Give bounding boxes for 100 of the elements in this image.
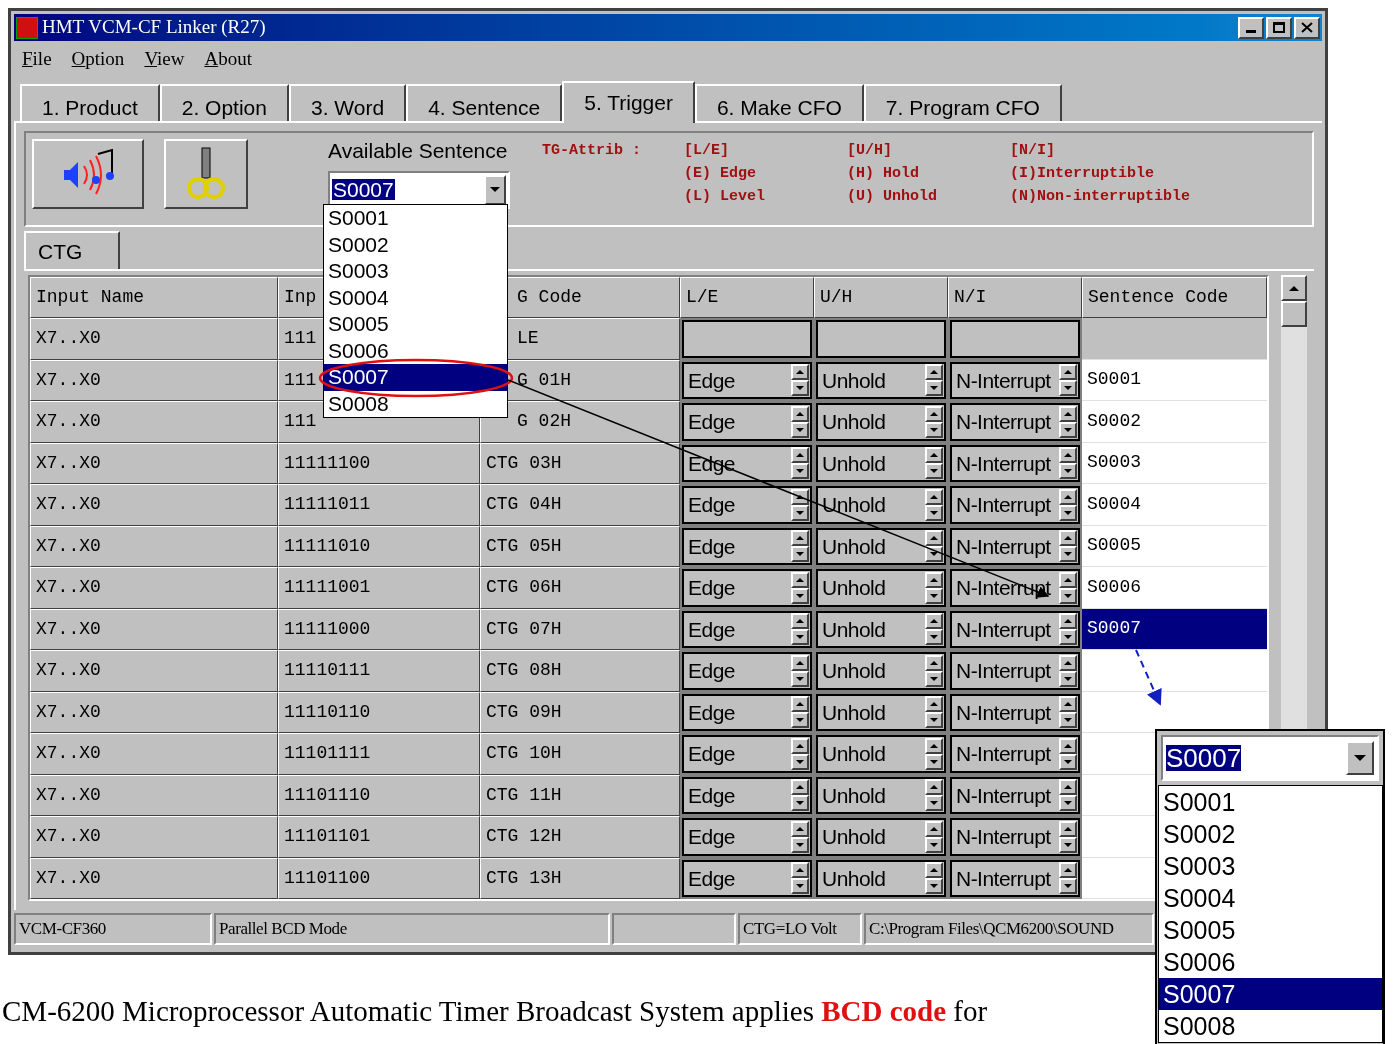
spin-arrows-icon[interactable] bbox=[791, 737, 809, 770]
input-field[interactable] bbox=[950, 320, 1080, 358]
spin-arrows-icon[interactable] bbox=[1059, 364, 1077, 397]
input-field[interactable] bbox=[816, 320, 946, 358]
spin-arrows-icon[interactable] bbox=[925, 405, 943, 438]
menu-item[interactable]: About bbox=[204, 44, 252, 74]
spin-field[interactable]: Unhold bbox=[816, 735, 946, 773]
sound-button[interactable] bbox=[32, 139, 144, 209]
spin-field[interactable]: N-Interrupt bbox=[950, 486, 1080, 524]
tab[interactable]: 7. Program CFO bbox=[863, 84, 1062, 121]
maximize-icon[interactable] bbox=[1266, 16, 1292, 39]
tab[interactable]: 1. Product bbox=[20, 84, 160, 121]
spin-field[interactable]: N-Interrupt bbox=[950, 735, 1080, 773]
spin-field[interactable]: Edge bbox=[682, 361, 812, 399]
dropdown-option[interactable]: S0005 bbox=[1159, 914, 1382, 946]
spin-arrows-icon[interactable] bbox=[1059, 862, 1077, 895]
spin-arrows-icon[interactable] bbox=[925, 654, 943, 687]
spin-arrows-icon[interactable] bbox=[925, 613, 943, 646]
spin-arrows-icon[interactable] bbox=[1059, 779, 1077, 812]
spin-field[interactable]: N-Interrupt bbox=[950, 361, 1080, 399]
spin-field[interactable]: Unhold bbox=[816, 652, 946, 690]
dropdown-option[interactable]: S0001 bbox=[1159, 786, 1382, 818]
spin-arrows-icon[interactable] bbox=[925, 571, 943, 604]
tab[interactable]: 4. Sentence bbox=[406, 84, 563, 121]
spin-arrows-icon[interactable] bbox=[791, 571, 809, 604]
spin-field[interactable]: Unhold bbox=[816, 818, 946, 856]
spin-field[interactable]: Unhold bbox=[816, 527, 946, 565]
spin-field[interactable]: N-Interrupt bbox=[950, 403, 1080, 441]
spin-field[interactable]: N-Interrupt bbox=[950, 610, 1080, 648]
tab[interactable]: 6. Make CFO bbox=[694, 84, 864, 121]
spin-field[interactable]: Edge bbox=[682, 776, 812, 814]
minimize-icon[interactable] bbox=[1238, 16, 1264, 39]
tab[interactable]: CTG bbox=[24, 231, 120, 269]
spin-field[interactable]: Edge bbox=[682, 569, 812, 607]
spin-arrows-icon[interactable] bbox=[1059, 488, 1077, 521]
spin-field[interactable]: N-Interrupt bbox=[950, 693, 1080, 731]
spin-arrows-icon[interactable] bbox=[925, 696, 943, 729]
dropdown-option[interactable]: S0007 bbox=[324, 364, 507, 391]
spin-field[interactable]: Unhold bbox=[816, 693, 946, 731]
spin-arrows-icon[interactable] bbox=[791, 696, 809, 729]
spin-arrows-icon[interactable] bbox=[1059, 571, 1077, 604]
spin-field[interactable]: N-Interrupt bbox=[950, 859, 1080, 897]
spin-field[interactable]: Unhold bbox=[816, 361, 946, 399]
spin-field[interactable]: N-Interrupt bbox=[950, 444, 1080, 482]
spin-field[interactable]: Edge bbox=[682, 652, 812, 690]
spin-field[interactable]: Unhold bbox=[816, 486, 946, 524]
tool-button[interactable] bbox=[164, 139, 248, 209]
dropdown-option[interactable]: S0008 bbox=[1159, 1010, 1382, 1042]
spin-arrows-icon[interactable] bbox=[791, 364, 809, 397]
spin-field[interactable]: N-Interrupt bbox=[950, 776, 1080, 814]
spin-field[interactable]: Edge bbox=[682, 527, 812, 565]
scroll-thumb[interactable] bbox=[1281, 301, 1307, 327]
spin-arrows-icon[interactable] bbox=[1059, 613, 1077, 646]
spin-field[interactable]: Edge bbox=[682, 486, 812, 524]
spin-field[interactable]: Unhold bbox=[816, 776, 946, 814]
spin-arrows-icon[interactable] bbox=[791, 820, 809, 853]
spin-arrows-icon[interactable] bbox=[925, 779, 943, 812]
spin-field[interactable]: Unhold bbox=[816, 444, 946, 482]
sentence-dropdown[interactable]: S0007 bbox=[328, 170, 510, 209]
spin-field[interactable]: Unhold bbox=[816, 569, 946, 607]
input-field[interactable] bbox=[682, 320, 812, 358]
spin-arrows-icon[interactable] bbox=[791, 530, 809, 563]
spin-arrows-icon[interactable] bbox=[791, 447, 809, 480]
dropdown-option[interactable]: S0007 bbox=[1159, 978, 1382, 1010]
spin-arrows-icon[interactable] bbox=[1059, 737, 1077, 770]
spin-field[interactable]: Unhold bbox=[816, 403, 946, 441]
dropdown-option[interactable]: S0002 bbox=[1159, 818, 1382, 850]
dropdown-option[interactable]: S0004 bbox=[1159, 882, 1382, 914]
dropdown-option[interactable]: S0006 bbox=[1159, 946, 1382, 978]
dropdown-option[interactable]: S0003 bbox=[1159, 850, 1382, 882]
close-icon[interactable] bbox=[1294, 16, 1320, 39]
spin-arrows-icon[interactable] bbox=[925, 447, 943, 480]
spin-arrows-icon[interactable] bbox=[1059, 654, 1077, 687]
scroll-up-icon[interactable] bbox=[1281, 275, 1307, 301]
spin-field[interactable]: Edge bbox=[682, 610, 812, 648]
spin-arrows-icon[interactable] bbox=[791, 862, 809, 895]
spin-arrows-icon[interactable] bbox=[1059, 820, 1077, 853]
spin-field[interactable]: Edge bbox=[682, 735, 812, 773]
dropdown-option[interactable]: S0002 bbox=[324, 231, 507, 258]
tab[interactable]: 5. Trigger bbox=[562, 81, 695, 123]
spin-arrows-icon[interactable] bbox=[925, 364, 943, 397]
spin-field[interactable]: N-Interrupt bbox=[950, 818, 1080, 856]
spin-arrows-icon[interactable] bbox=[925, 530, 943, 563]
tab[interactable]: 2. Option bbox=[159, 84, 289, 121]
spin-arrows-icon[interactable] bbox=[791, 405, 809, 438]
spin-arrows-icon[interactable] bbox=[791, 654, 809, 687]
spin-arrows-icon[interactable] bbox=[925, 820, 943, 853]
menu-item[interactable]: View bbox=[144, 44, 185, 74]
spin-field[interactable]: Unhold bbox=[816, 859, 946, 897]
spin-arrows-icon[interactable] bbox=[925, 862, 943, 895]
spin-field[interactable]: Unhold bbox=[816, 610, 946, 648]
spin-arrows-icon[interactable] bbox=[1059, 447, 1077, 480]
spin-arrows-icon[interactable] bbox=[791, 488, 809, 521]
spin-arrows-icon[interactable] bbox=[1059, 405, 1077, 438]
spin-arrows-icon[interactable] bbox=[925, 488, 943, 521]
menu-item[interactable]: Option bbox=[71, 44, 125, 74]
sentence-dropdown[interactable]: S0007 bbox=[1161, 735, 1379, 781]
spin-field[interactable]: N-Interrupt bbox=[950, 527, 1080, 565]
spin-arrows-icon[interactable] bbox=[791, 779, 809, 812]
spin-arrows-icon[interactable] bbox=[1059, 530, 1077, 563]
